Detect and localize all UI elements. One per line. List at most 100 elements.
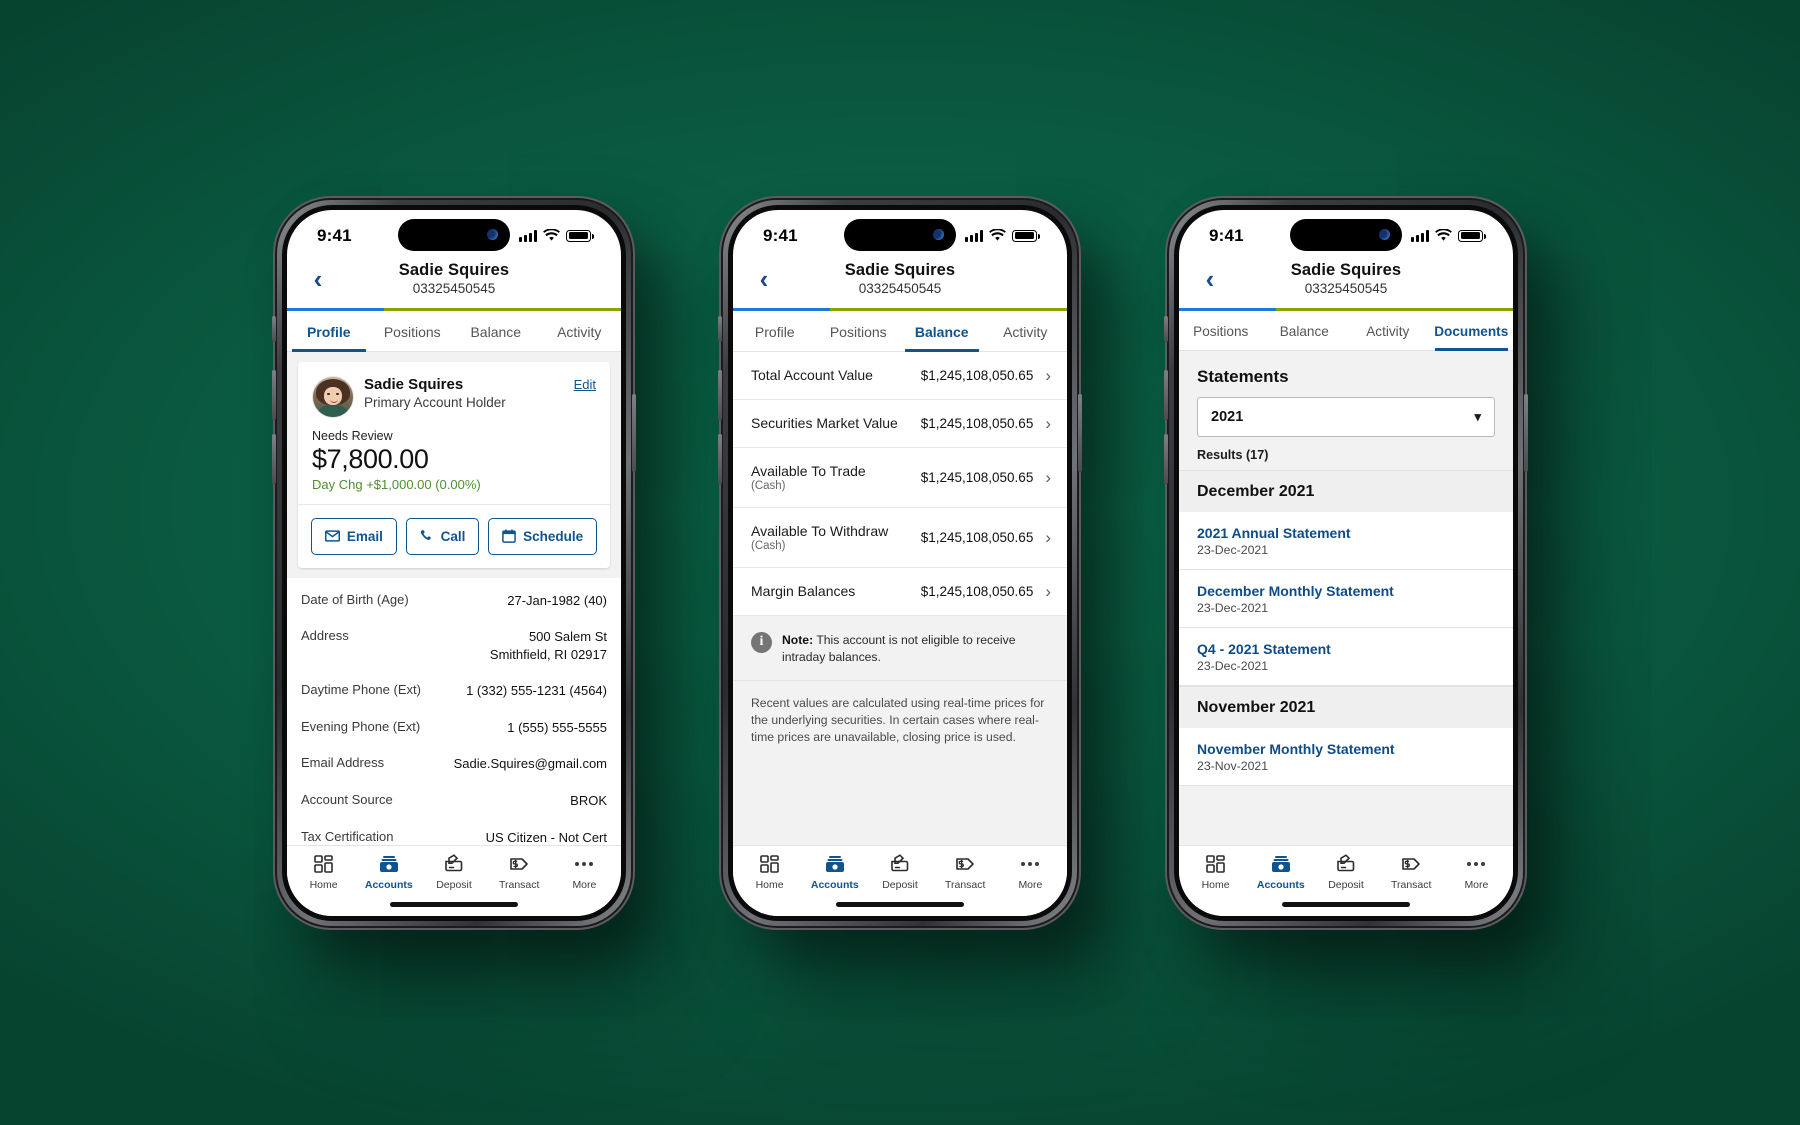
document-date: 23-Dec-2021 — [1197, 600, 1269, 615]
nav-home[interactable]: Home — [291, 853, 356, 891]
nav-home-label: Home — [755, 878, 784, 891]
chevron-right-icon: › — [1045, 413, 1051, 433]
nav-accounts-label: Accounts — [1256, 878, 1305, 891]
nav-more[interactable]: More — [998, 853, 1063, 891]
volume-down-button[interactable] — [1164, 433, 1168, 484]
status-bar: 9:41 — [1179, 210, 1513, 256]
tab-documents[interactable]: Documents — [1430, 311, 1514, 351]
nav-home[interactable]: Home — [1183, 853, 1248, 891]
nav-transact[interactable]: Transact — [933, 853, 998, 891]
balance-row[interactable]: Available To Trade (Cash) $1,245,108,050… — [733, 448, 1067, 508]
nav-home[interactable]: Home — [737, 853, 802, 891]
tab-positions[interactable]: Positions — [371, 311, 455, 351]
silent-switch[interactable] — [1164, 315, 1168, 342]
power-button[interactable] — [1078, 393, 1082, 472]
accounts-wallet-icon — [1271, 853, 1291, 875]
schedule-button[interactable]: Schedule — [488, 517, 597, 555]
tab-activity[interactable]: Activity — [984, 311, 1068, 351]
nav-transact[interactable]: Transact — [1379, 853, 1444, 891]
power-button[interactable] — [632, 393, 636, 472]
volume-up-button[interactable] — [718, 369, 722, 420]
silent-switch[interactable] — [718, 315, 722, 342]
silent-switch[interactable] — [272, 315, 276, 342]
nav-accounts[interactable]: Accounts — [356, 853, 421, 891]
detail-value: US Citizen - Not Cert — [485, 829, 607, 845]
status-bar: 9:41 — [287, 210, 621, 256]
document-item[interactable]: 2021 Annual Statement 23-Dec-2021 — [1179, 511, 1513, 570]
tab-activity[interactable]: Activity — [1346, 311, 1430, 350]
tab-balance[interactable]: Balance — [454, 311, 538, 351]
back-chevron-icon[interactable]: ‹ — [301, 262, 335, 296]
back-chevron-icon[interactable]: ‹ — [1193, 262, 1227, 296]
nav-deposit[interactable]: Deposit — [1313, 853, 1378, 891]
home-indicator[interactable] — [287, 893, 621, 916]
tab-profile[interactable]: Profile — [733, 311, 817, 351]
tab-positions[interactable]: Positions — [1179, 311, 1263, 350]
balance-list: Total Account Value $1,245,108,050.65 › … — [733, 351, 1067, 616]
balance-row[interactable]: Available To Withdraw (Cash) $1,245,108,… — [733, 508, 1067, 568]
chevron-right-icon: › — [1045, 581, 1051, 601]
section-title: Statements — [1179, 350, 1513, 397]
profile-name: Sadie Squires — [364, 375, 464, 393]
tab-profile[interactable]: Profile — [287, 311, 371, 352]
dynamic-island — [398, 218, 510, 251]
day-change: Day Chg +$1,000.00 (0.00%) — [312, 476, 481, 492]
home-indicator[interactable] — [1179, 893, 1513, 916]
chevron-down-icon: ▾ — [1474, 408, 1481, 424]
documents-content: Statements 2021 ▾ Results (17) December … — [1179, 350, 1513, 845]
detail-value: BROK — [570, 793, 607, 809]
power-button[interactable] — [1524, 393, 1528, 472]
nav-more[interactable]: More — [552, 853, 617, 891]
document-date: 23-Dec-2021 — [1197, 658, 1269, 673]
nav-deposit-label: Deposit — [436, 878, 472, 891]
document-item[interactable]: December Monthly Statement 23-Dec-2021 — [1179, 569, 1513, 628]
home-indicator[interactable] — [733, 893, 1067, 916]
tab-activity[interactable]: Activity — [538, 311, 622, 351]
detail-label: Date of Birth (Age) — [301, 591, 409, 607]
account-number: 03325450545 — [412, 281, 496, 296]
month-group-header: November 2021 — [1179, 685, 1513, 728]
note-bold: Note: — [782, 632, 814, 647]
detail-row: Date of Birth (Age) 27-Jan-1982 (40) — [301, 582, 607, 619]
nav-deposit[interactable]: Deposit — [867, 853, 932, 891]
document-item[interactable]: November Monthly Statement 23-Nov-2021 — [1179, 727, 1513, 786]
nav-more-label: More — [1018, 878, 1043, 891]
app-header: ‹ Sadie Squires 03325450545 — [1179, 256, 1513, 308]
detail-value: 500 Salem St Smithfield, RI 02917 — [489, 629, 607, 662]
nav-transact[interactable]: Transact — [487, 853, 552, 891]
nav-accounts[interactable]: Accounts — [802, 853, 867, 891]
tab-balance[interactable]: Balance — [1263, 311, 1347, 350]
balance-row[interactable]: Securities Market Value $1,245,108,050.6… — [733, 400, 1067, 448]
document-title: November Monthly Statement — [1197, 740, 1395, 757]
cellular-signal-icon — [1411, 229, 1429, 242]
volume-up-button[interactable] — [272, 369, 276, 420]
nav-transact-label: Transact — [944, 878, 986, 891]
nav-deposit[interactable]: Deposit — [421, 853, 486, 891]
call-button[interactable]: Call — [405, 517, 480, 555]
calendar-icon — [502, 529, 516, 544]
edit-link[interactable]: Edit — [574, 376, 596, 392]
home-grid-icon — [1205, 853, 1226, 875]
app-header: ‹ Sadie Squires 03325450545 — [287, 256, 621, 308]
nav-more[interactable]: More — [1444, 853, 1509, 891]
detail-row: Daytime Phone (Ext) 1 (332) 555-1231 (45… — [301, 672, 607, 709]
volume-down-button[interactable] — [718, 433, 722, 484]
balance-row[interactable]: Margin Balances $1,245,108,050.65 › — [733, 568, 1067, 616]
balance-row[interactable]: Total Account Value $1,245,108,050.65 › — [733, 352, 1067, 400]
status-badge: Needs Review — [312, 428, 393, 443]
volume-down-button[interactable] — [272, 433, 276, 484]
back-chevron-icon[interactable]: ‹ — [747, 262, 781, 296]
more-ellipsis-icon — [1021, 853, 1040, 875]
year-select[interactable]: 2021 ▾ — [1197, 396, 1495, 437]
bottom-nav: Home Accounts Deposit Transact More — [287, 844, 621, 894]
phone-balance: 9:41 ‹ Sadie Squires 03325450545 Profile — [718, 197, 1082, 928]
balance-label: Available To Withdraw — [751, 522, 889, 539]
account-tabs: Positions Balance Activity Documents — [1179, 310, 1514, 351]
volume-up-button[interactable] — [1164, 369, 1168, 420]
document-item[interactable]: Q4 - 2021 Statement 23-Dec-2021 — [1179, 627, 1513, 686]
wifi-icon — [989, 229, 1006, 241]
tab-balance[interactable]: Balance — [900, 311, 984, 352]
nav-accounts[interactable]: Accounts — [1248, 853, 1313, 891]
tab-positions[interactable]: Positions — [817, 311, 901, 351]
email-button[interactable]: Email — [311, 517, 397, 555]
